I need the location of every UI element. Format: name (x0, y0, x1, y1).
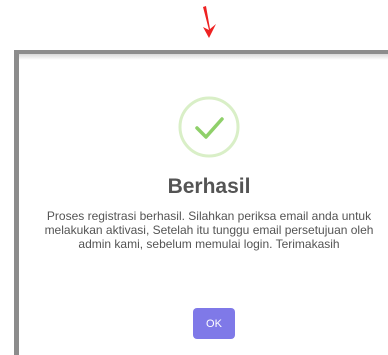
dialog-message: Proses registrasi berhasil. Silahkan per… (44, 209, 374, 251)
dialog-shadow (19, 54, 388, 60)
success-check-icon (178, 96, 240, 158)
red-arrow-down-icon (203, 6, 216, 38)
dialog-title: Berhasil (167, 175, 251, 198)
ok-button[interactable]: OK (193, 308, 235, 339)
screenshot-stage: Berhasil Proses registrasi berhasil. Sil… (0, 0, 388, 355)
